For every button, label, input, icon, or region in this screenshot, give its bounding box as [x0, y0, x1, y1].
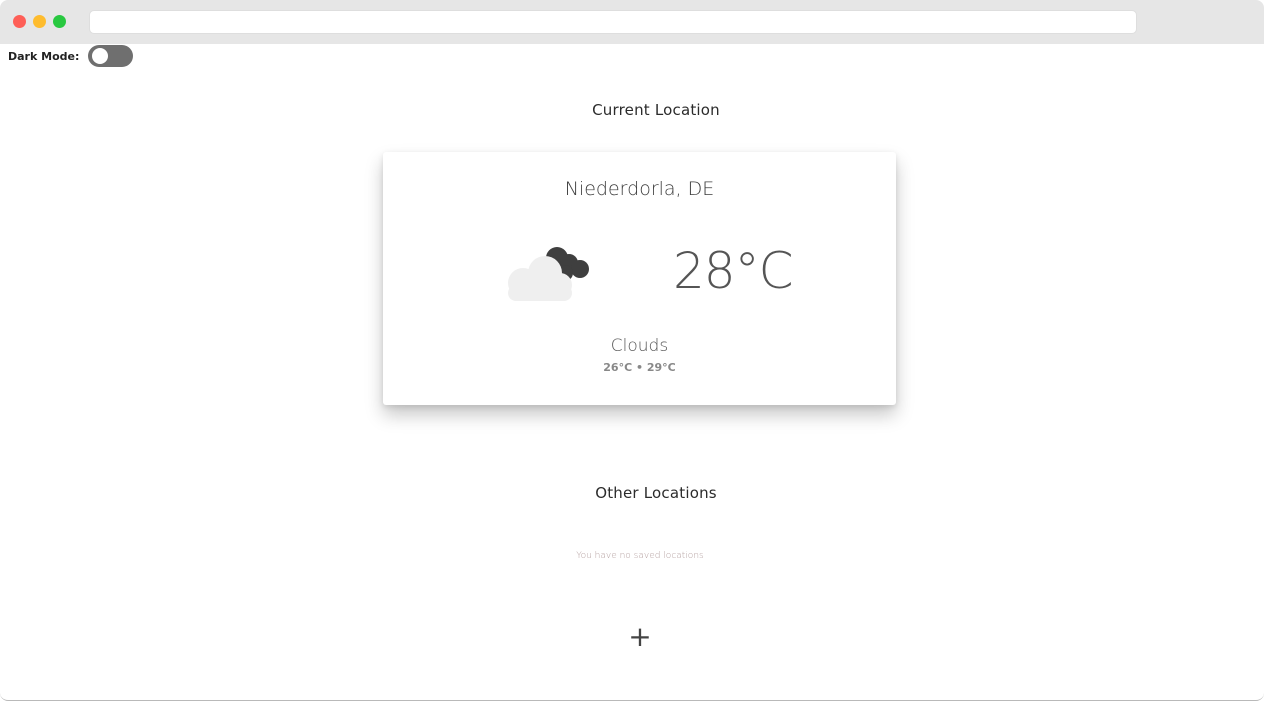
clouds-icon — [508, 247, 589, 301]
dark-mode-label: Dark Mode: — [8, 49, 80, 63]
address-bar[interactable] — [89, 10, 1137, 34]
add-location-button[interactable]: + — [624, 622, 656, 654]
browser-window: Dark Mode: Current Location Niederdorla,… — [0, 0, 1264, 701]
empty-locations-message: You have no saved locations — [576, 551, 704, 561]
current-location-heading: Current Location — [592, 101, 720, 119]
close-window-button[interactable] — [13, 15, 26, 28]
toggle-knob — [92, 48, 109, 64]
current-weather-card: Niederdorla, DE 28°C Clouds 26°C • 29°C — [383, 152, 896, 405]
current-temperature: 28°C — [673, 242, 794, 300]
weather-condition: Clouds — [610, 336, 669, 356]
minimize-window-button[interactable] — [33, 15, 46, 28]
dark-mode-setting: Dark Mode: — [8, 44, 134, 68]
temperature-range: 26°C • 29°C — [603, 361, 676, 374]
city-name: Niederdorla, DE — [564, 178, 715, 200]
other-locations-heading: Other Locations — [595, 484, 717, 502]
dark-mode-toggle[interactable] — [88, 45, 134, 67]
zoom-window-button[interactable] — [53, 15, 66, 28]
titlebar — [0, 0, 1264, 44]
